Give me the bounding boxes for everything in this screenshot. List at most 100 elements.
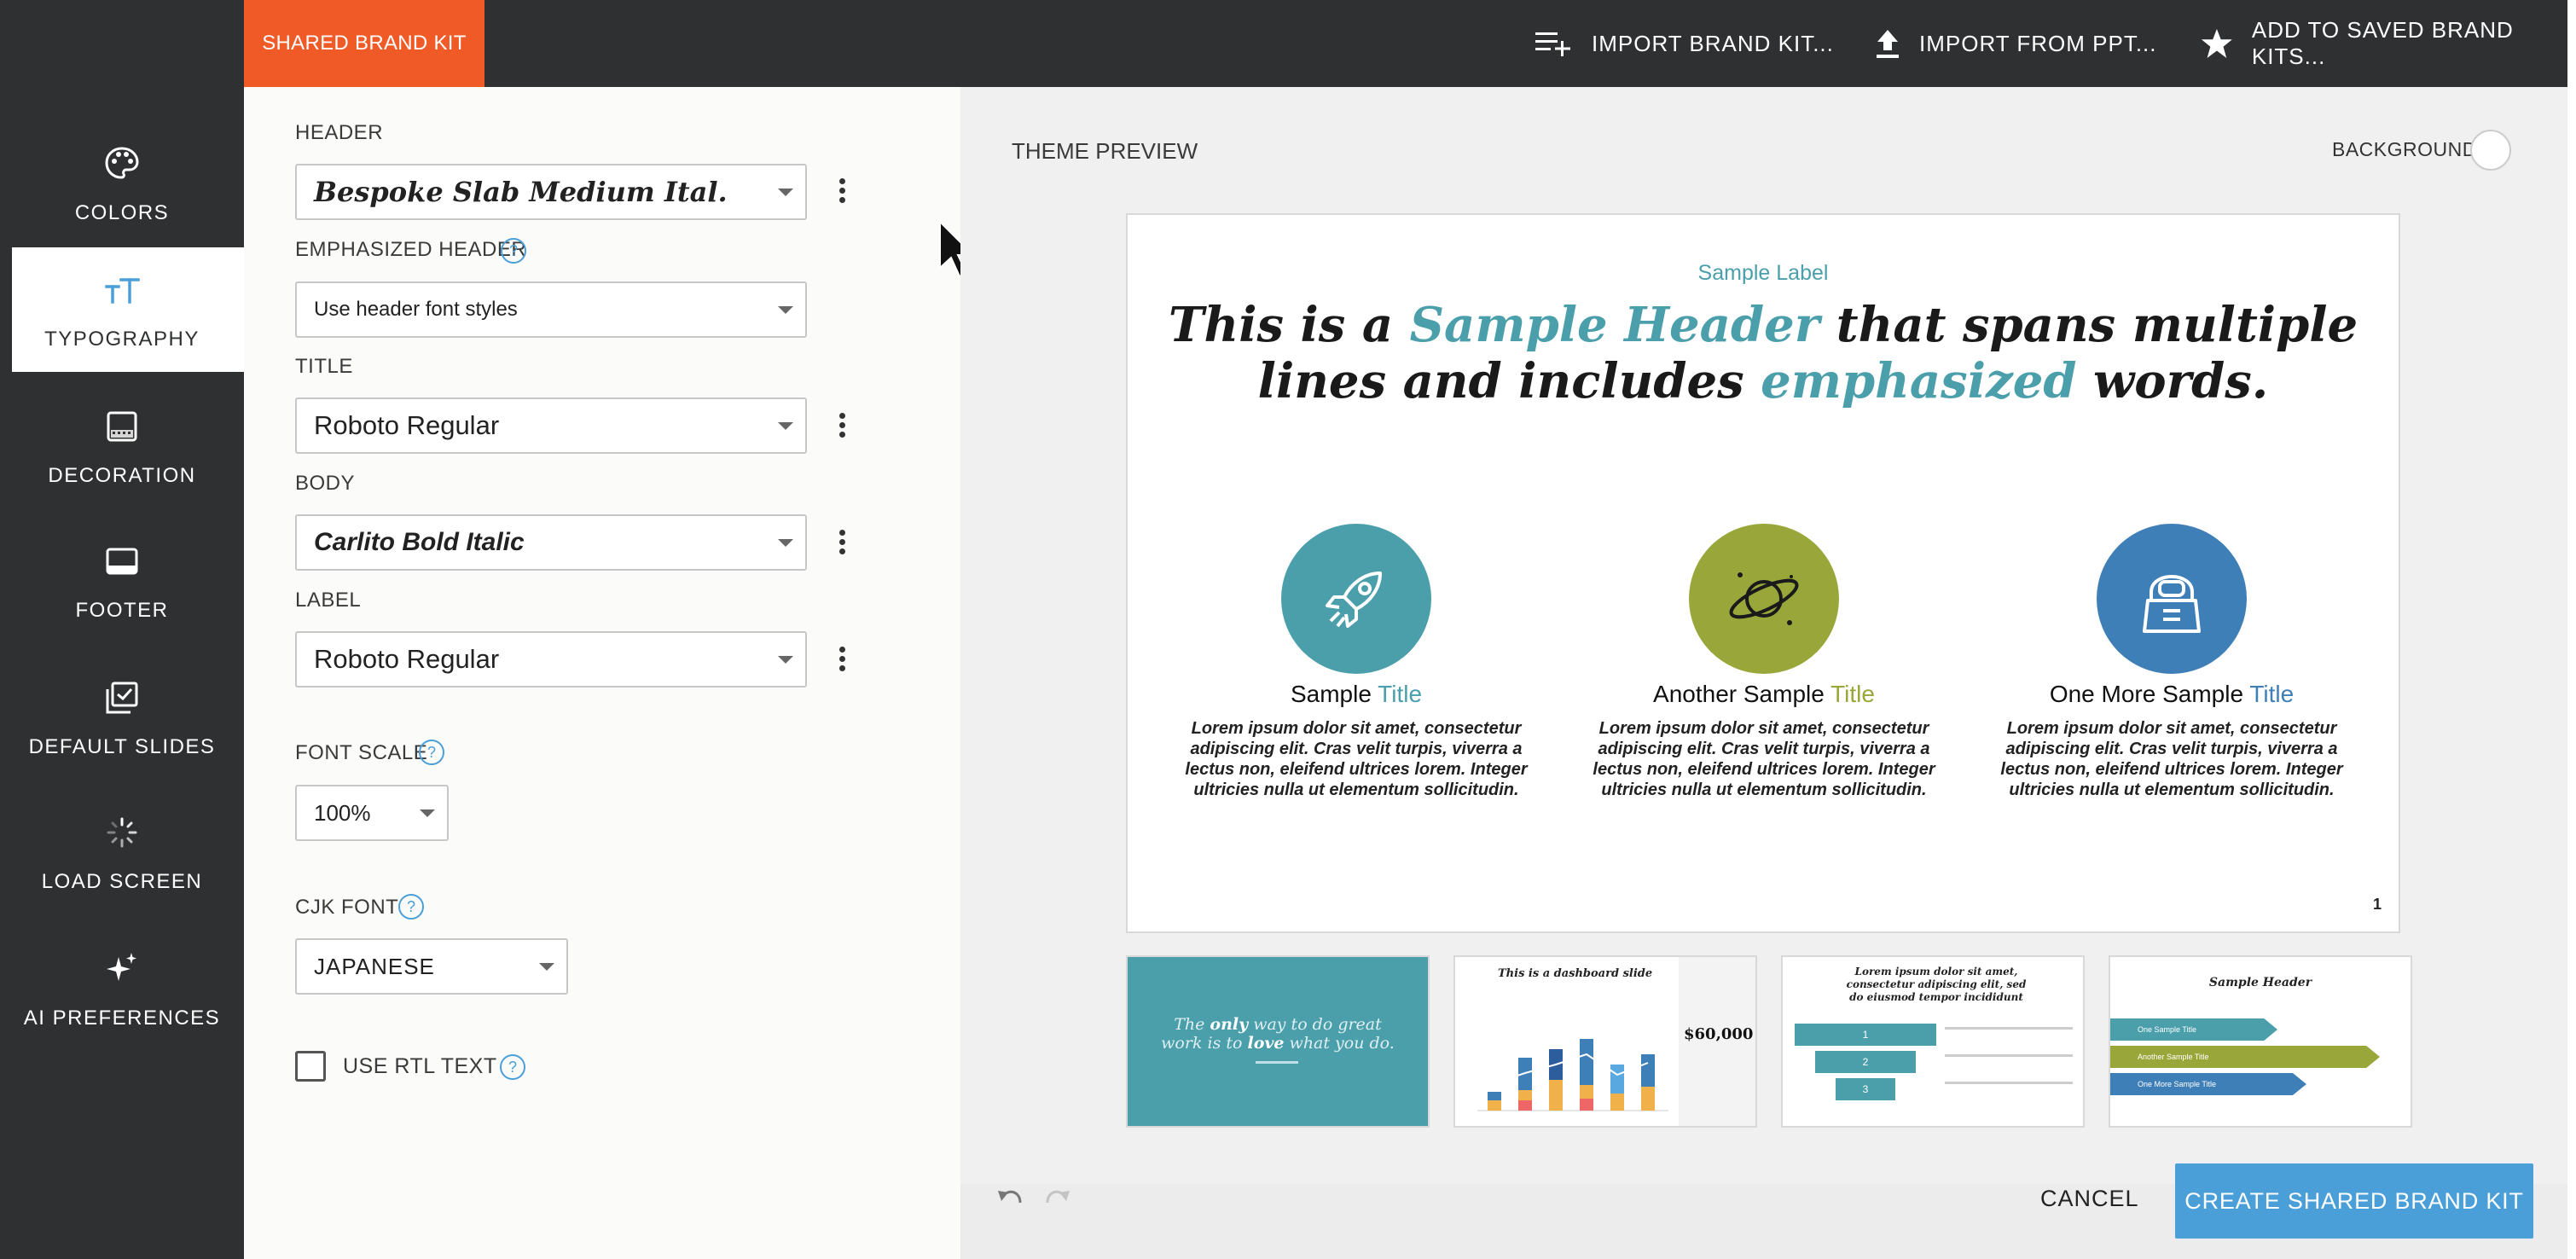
body-font-select[interactable]: Carlito Bold Italic: [295, 514, 807, 571]
slide-header-text: that spans multiple: [1819, 297, 2358, 353]
slide-label: Sample Label: [1697, 261, 1829, 285]
body-font-value: Carlito Bold Italic: [314, 528, 525, 556]
quote-text: what you do.: [1284, 1034, 1395, 1053]
slide-page-number: 1: [2373, 896, 2382, 913]
sidebar-item-footer[interactable]: FOOTER: [0, 519, 244, 643]
funnel-step: 1: [1795, 1024, 1936, 1046]
sidebar-item-decoration[interactable]: DECORATION: [0, 384, 244, 508]
theme-preview-title: THEME PREVIEW: [1012, 138, 1198, 164]
planet-icon: [1729, 572, 1799, 625]
funnel-step: 3: [1836, 1078, 1895, 1100]
rocket-icon: [1326, 571, 1382, 628]
redo-icon[interactable]: [1042, 1184, 1071, 1213]
chevron-down-icon: [420, 809, 435, 817]
label-font-select[interactable]: Roboto Regular: [295, 631, 807, 688]
slide-thumbnail[interactable]: Sample Header One Sample Title Another S…: [2109, 955, 2412, 1128]
title-font-select[interactable]: Roboto Regular: [295, 397, 807, 454]
help-icon[interactable]: ?: [398, 894, 424, 920]
typography-icon: [105, 278, 140, 304]
emphasized-header-select[interactable]: Use header font styles: [295, 281, 807, 338]
slide-thumbnail[interactable]: This is a dashboard slide $60,000: [1453, 955, 1757, 1128]
astronaut-icon: [2143, 575, 2201, 633]
label-font-value: Roboto Regular: [314, 644, 500, 674]
upload-icon: [1877, 30, 1899, 58]
shared-brand-kit-tab[interactable]: SHARED BRAND KIT: [244, 0, 484, 87]
chevron-down-icon: [778, 422, 793, 430]
loading-spinner-icon: [107, 817, 137, 848]
arrow-row: Another Sample Title: [2110, 1046, 2380, 1068]
header-font-select[interactable]: Bespoke Slab Medium Ital.: [295, 164, 807, 220]
star-icon: [2201, 28, 2232, 59]
feature-title-accent: Title: [1378, 681, 1423, 707]
cancel-button[interactable]: CANCEL: [2040, 1186, 2139, 1212]
feature-title-accent: Title: [2249, 681, 2295, 707]
help-icon[interactable]: ?: [501, 238, 526, 264]
slide-header-text: lines and includes: [1257, 353, 1761, 409]
add-to-saved-brand-kits-button[interactable]: ADD TO SAVED BRAND KITS...: [2201, 0, 2576, 87]
mini-bar-chart: [1477, 1039, 1668, 1111]
emphasized-header-label: EMPHASIZED HEADER: [295, 238, 527, 261]
funnel-step: 2: [1815, 1051, 1916, 1073]
background-color-swatch[interactable]: [2470, 130, 2511, 171]
slide-header-text: This is a: [1168, 297, 1410, 353]
sidebar-item-label: COLORS: [74, 201, 170, 224]
feature-title-text: One More Sample: [2049, 681, 2250, 707]
sidebar-item-colors[interactable]: COLORS: [0, 121, 244, 246]
sidebar-item-typography[interactable]: TYPOGRAPHY: [12, 247, 244, 372]
import-brand-kit-button[interactable]: IMPORT BRAND KIT...: [1535, 0, 1834, 87]
title-font-label: TITLE: [295, 355, 353, 378]
undo-icon[interactable]: [996, 1184, 1025, 1213]
use-rtl-text-label: USE RTL TEXT: [343, 1054, 497, 1078]
arrow-row: One Sample Title: [2110, 1018, 2277, 1041]
title-font-value: Roboto Regular: [314, 410, 500, 440]
quote-emphasis: love: [1247, 1034, 1285, 1053]
thumbnail-stat-value: $60,000: [1684, 1025, 1754, 1043]
body-font-label: BODY: [295, 472, 356, 495]
feature-title: One More Sample Title: [1994, 681, 2349, 708]
sidebar-item-label: FOOTER: [75, 599, 169, 622]
header-font-label: HEADER: [295, 121, 384, 144]
feature-body: Lorem ipsum dolor sit amet, consectetur …: [1185, 719, 1528, 799]
chevron-down-icon: [778, 656, 793, 664]
slide-header: This is a Sample Header that spans multi…: [1145, 297, 2382, 409]
chevron-down-icon: [778, 306, 793, 314]
slide-thumbnail[interactable]: The only way to do great work is to love…: [1126, 955, 1430, 1128]
header-font-more-button[interactable]: [838, 175, 846, 209]
import-brand-kit-label: IMPORT BRAND KIT...: [1592, 30, 1834, 56]
quote-attribution-line: [1256, 1061, 1298, 1064]
cjk-font-label: CJK FONT: [295, 896, 399, 919]
sidebar-item-ai-preferences[interactable]: AI PREFERENCES: [0, 926, 244, 1051]
help-icon[interactable]: ?: [500, 1054, 525, 1080]
use-rtl-text-checkbox[interactable]: [295, 1051, 326, 1082]
slide-thumbnail[interactable]: Lorem ipsum dolor sit amet, consectetur …: [1781, 955, 2085, 1128]
add-to-saved-brand-kits-label: ADD TO SAVED BRAND KITS...: [2251, 17, 2514, 69]
label-font-more-button[interactable]: [838, 643, 846, 677]
thumbnail-title: Sample Header: [2208, 976, 2312, 989]
create-shared-brand-kit-button[interactable]: CREATE SHARED BRAND KIT: [2175, 1163, 2533, 1239]
chevron-down-icon: [539, 963, 554, 971]
help-icon[interactable]: ?: [419, 740, 444, 765]
feature-title-text: Sample: [1290, 681, 1378, 707]
quote-text: The: [1174, 1015, 1210, 1034]
sidebar-item-load-screen[interactable]: LOAD SCREEN: [0, 790, 244, 914]
footer-icon: [106, 548, 138, 575]
palette-icon: [105, 147, 139, 179]
sidebar-item-default-slides[interactable]: DEFAULT SLIDES: [0, 655, 244, 780]
default-slides-icon: [106, 682, 138, 714]
font-scale-value: 100%: [314, 799, 371, 826]
font-scale-select[interactable]: 100%: [295, 785, 449, 841]
feature-circle: [2097, 524, 2247, 674]
emphasized-header-value: Use header font styles: [314, 298, 518, 321]
chevron-down-icon: [778, 539, 793, 547]
import-from-ppt-button[interactable]: IMPORT FROM PPT...: [1875, 0, 2157, 87]
import-from-ppt-label: IMPORT FROM PPT...: [1919, 30, 2157, 56]
body-font-more-button[interactable]: [838, 526, 846, 560]
slide-preview: Sample Label This is a Sample Header tha…: [1126, 213, 2400, 933]
title-font-more-button[interactable]: [838, 409, 846, 444]
feature-title-accent: Title: [1830, 681, 1875, 707]
placeholder-line: [1945, 1082, 2073, 1084]
feature-circle: [1689, 524, 1839, 674]
cjk-font-select[interactable]: JAPANESE: [295, 938, 568, 995]
thumbnail-title: Lorem ipsum dolor sit amet, consectetur …: [1846, 966, 2027, 1003]
decoration-icon: [107, 411, 137, 442]
